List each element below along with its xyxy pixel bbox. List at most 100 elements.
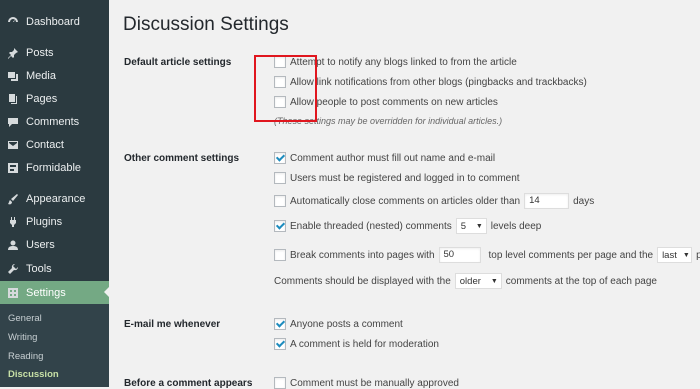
sidebar-item-pages[interactable]: Pages <box>0 88 109 110</box>
default-article-settings-label: Default article settings <box>124 57 232 68</box>
admin-sidebar: Dashboard Posts Media Pages Comments Con… <box>0 0 109 387</box>
sidebar-item-formidable[interactable]: Formidable <box>0 157 109 179</box>
sidebar-item-contact[interactable]: Contact <box>0 134 109 156</box>
sidebar-item-label: Plugins <box>26 216 63 228</box>
allow-comments-checkbox[interactable] <box>274 96 286 108</box>
dashboard-icon <box>7 16 19 28</box>
brush-icon <box>7 193 19 205</box>
default-page-select[interactable]: last ▼ <box>657 247 693 263</box>
comments-per-page-input[interactable]: 50 <box>438 247 481 263</box>
auto-close-days-input[interactable]: 14 <box>524 193 570 209</box>
sidebar-item-media[interactable]: Media <box>0 65 109 87</box>
default-page-value: last <box>662 249 677 261</box>
allow-comments-option: Allow people to post comments on new art… <box>274 96 498 108</box>
submenu-item-discussion[interactable]: Discussion <box>8 369 59 380</box>
sidebar-item-settings[interactable]: Settings <box>0 281 109 304</box>
require-registration-label[interactable]: Users must be registered and logged in t… <box>290 173 520 184</box>
sidebar-item-tools[interactable]: Tools <box>0 258 109 280</box>
comment-order-label: Comments should be displayed with the <box>274 275 451 287</box>
pin-icon <box>7 47 19 59</box>
allow-pingbacks-checkbox[interactable] <box>274 76 286 88</box>
auto-close-days-unit: days <box>573 195 595 207</box>
sidebar-item-label: Settings <box>26 286 66 299</box>
sidebar-item-label: Tools <box>26 263 52 275</box>
sidebar-item-users[interactable]: Users <box>0 234 109 256</box>
paginate-comments-checkbox[interactable] <box>274 249 286 261</box>
override-note-row: (These settings may be overridden for in… <box>274 116 502 126</box>
sidebar-item-label: Posts <box>26 47 54 59</box>
threaded-comments-checkbox[interactable] <box>274 220 286 232</box>
sidebar-item-label: Users <box>26 239 55 251</box>
paginate-comments-label[interactable]: Break comments into pages with <box>290 250 435 261</box>
media-icon <box>7 70 19 82</box>
threaded-levels-label: levels deep <box>490 220 542 232</box>
sidebar-item-dashboard[interactable]: Dashboard <box>0 11 109 33</box>
sidebar-item-label: Formidable <box>26 162 82 174</box>
submenu-item-writing[interactable]: Writing <box>8 332 37 343</box>
submenu-item-reading[interactable]: Reading <box>8 351 43 362</box>
require-name-email-option: Comment author must fill out name and e-… <box>274 152 495 164</box>
sidebar-item-appearance[interactable]: Appearance <box>0 188 109 210</box>
email-on-comment-option: Anyone posts a comment <box>274 318 403 330</box>
notify-blogs-option: Attempt to notify any blogs linked to fr… <box>274 56 517 68</box>
email-on-comment-checkbox[interactable] <box>274 318 286 330</box>
auto-close-label[interactable]: Automatically close comments on articles… <box>290 196 520 207</box>
settings-submenu: General Writing Reading Discussion <box>0 304 109 387</box>
email-on-comment-label[interactable]: Anyone posts a comment <box>290 319 403 330</box>
notify-blogs-checkbox[interactable] <box>274 56 286 68</box>
before-comment-appears-label: Before a comment appears <box>124 378 253 389</box>
sidebar-item-posts[interactable]: Posts <box>0 42 109 64</box>
paginate-comments-option: Break comments into pages with 50 top le… <box>274 247 700 263</box>
email-on-moderation-checkbox[interactable] <box>274 338 286 350</box>
chevron-down-icon: ▼ <box>490 277 498 285</box>
require-registration-checkbox[interactable] <box>274 172 286 184</box>
other-comment-settings-label: Other comment settings <box>124 153 240 164</box>
email-on-moderation-label[interactable]: A comment is held for moderation <box>290 339 439 350</box>
manual-approval-checkbox[interactable] <box>274 377 286 389</box>
chevron-down-icon: ▼ <box>475 222 483 230</box>
require-name-email-label[interactable]: Comment author must fill out name and e-… <box>290 153 495 164</box>
override-note: (These settings may be overridden for in… <box>274 116 503 126</box>
allow-comments-label[interactable]: Allow people to post comments on new art… <box>290 97 498 108</box>
chevron-down-icon: ▼ <box>682 251 690 259</box>
email-on-moderation-option: A comment is held for moderation <box>274 338 439 350</box>
sidebar-item-label: Comments <box>26 116 80 128</box>
sidebar-item-label: Dashboard <box>26 16 80 28</box>
auto-close-checkbox[interactable] <box>274 195 286 207</box>
comment-order-option: Comments should be displayed with the ol… <box>274 273 657 289</box>
threaded-comments-option: Enable threaded (nested) comments 5 ▼ lev… <box>274 218 541 234</box>
require-registration-option: Users must be registered and logged in t… <box>274 172 520 184</box>
manual-approval-option: Comment must be manually approved <box>274 377 459 389</box>
wrench-icon <box>7 263 19 275</box>
email-me-whenever-label: E-mail me whenever <box>124 319 221 330</box>
settings-icon <box>7 287 19 299</box>
plug-icon <box>7 216 19 228</box>
submenu-item-general[interactable]: General <box>8 313 42 324</box>
thread-depth-select[interactable]: 5 ▼ <box>455 218 487 234</box>
comments-per-page-label: top level comments per page and the <box>488 249 654 261</box>
user-icon <box>7 239 19 251</box>
page-displayed-label: pa <box>696 249 700 261</box>
allow-pingbacks-option: Allow link notifications from other blog… <box>274 76 587 88</box>
sidebar-item-label: Appearance <box>26 193 86 205</box>
comment-order-select[interactable]: older ▼ <box>454 273 502 289</box>
pages-icon <box>7 93 19 105</box>
comment-order-value: older <box>459 275 481 287</box>
page-title: Discussion Settings <box>123 14 289 35</box>
comment-icon <box>7 116 19 128</box>
sidebar-item-comments[interactable]: Comments <box>0 111 109 133</box>
comment-order-suffix: comments at the top of each page <box>505 275 657 287</box>
sidebar-item-label: Contact <box>26 139 64 151</box>
allow-pingbacks-label[interactable]: Allow link notifications from other blog… <box>290 77 587 88</box>
sidebar-item-plugins[interactable]: Plugins <box>0 211 109 233</box>
main-content: Discussion Settings Default article sett… <box>109 0 700 389</box>
grid-icon <box>7 162 19 174</box>
auto-close-option: Automatically close comments on articles… <box>274 193 594 209</box>
thread-depth-value: 5 <box>460 220 467 232</box>
sidebar-item-label: Media <box>26 70 56 82</box>
notify-blogs-label[interactable]: Attempt to notify any blogs linked to fr… <box>290 57 517 68</box>
mail-icon <box>7 139 19 151</box>
require-name-email-checkbox[interactable] <box>274 152 286 164</box>
sidebar-item-label: Pages <box>26 93 58 105</box>
threaded-comments-label[interactable]: Enable threaded (nested) comments <box>290 221 452 232</box>
